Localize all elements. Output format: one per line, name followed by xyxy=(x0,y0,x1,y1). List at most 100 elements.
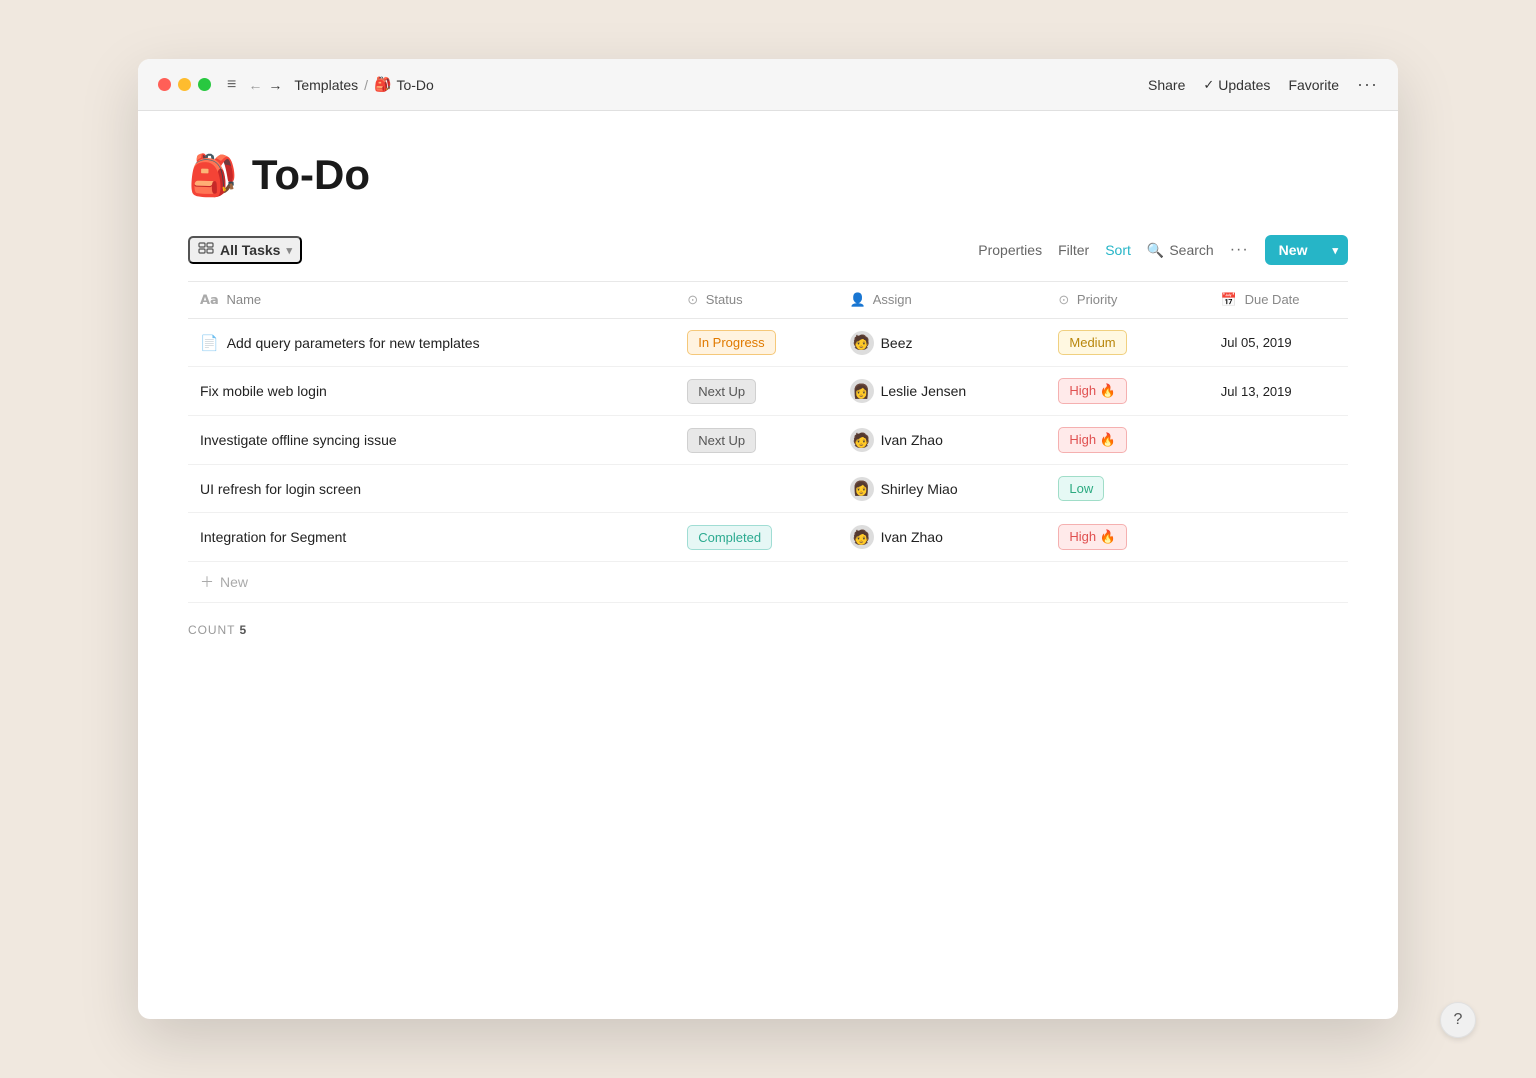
menu-icon[interactable]: ≡ xyxy=(227,76,236,94)
new-button-label: New xyxy=(1265,235,1322,265)
count-row: COUNT 5 xyxy=(188,623,1348,637)
search-icon: 🔍 xyxy=(1147,242,1164,259)
plus-icon: ＋ xyxy=(200,572,214,592)
breadcrumb-title: To-Do xyxy=(396,77,433,93)
new-button[interactable]: New ▾ xyxy=(1265,235,1348,265)
chevron-down-icon: ▾ xyxy=(286,244,292,257)
grid-icon xyxy=(198,242,214,258)
share-button[interactable]: Share xyxy=(1148,77,1185,93)
maximize-button[interactable] xyxy=(198,78,211,91)
task-status-cell[interactable]: In Progress xyxy=(675,319,837,367)
doc-icon: 📄 xyxy=(200,334,219,352)
name-icon: 𝗔𝗮 xyxy=(200,292,219,308)
assignee-name: Ivan Zhao xyxy=(881,529,943,545)
toolbar: All Tasks ▾ Properties Filter Sort 🔍 Sea… xyxy=(188,235,1348,265)
updates-button[interactable]: ✓ Updates xyxy=(1203,77,1270,93)
task-name-cell[interactable]: Fix mobile web login xyxy=(188,367,675,416)
col-header-status: ⊙ Status xyxy=(675,282,837,319)
task-priority-cell[interactable]: Low xyxy=(1046,465,1208,513)
task-assign-cell[interactable]: 👩Shirley Miao xyxy=(838,465,1047,513)
breadcrumb: Templates / 🎒 To-Do xyxy=(294,76,434,93)
table-row[interactable]: 📄 Add query parameters for new templates I… xyxy=(188,319,1348,367)
table-row[interactable]: Integration for SegmentCompleted🧑Ivan Zh… xyxy=(188,513,1348,562)
task-name-cell[interactable]: UI refresh for login screen xyxy=(188,465,675,513)
add-new-row[interactable]: ＋New xyxy=(188,562,1348,603)
minimize-button[interactable] xyxy=(178,78,191,91)
duedate-icon: 📅 xyxy=(1221,292,1237,308)
toolbar-left: All Tasks ▾ xyxy=(188,236,302,264)
all-tasks-button[interactable]: All Tasks ▾ xyxy=(188,236,302,264)
nav-arrows: ← → xyxy=(248,77,282,93)
breadcrumb-current: 🎒 To-Do xyxy=(374,76,434,93)
task-name: Fix mobile web login xyxy=(200,383,327,399)
assignee-name: Ivan Zhao xyxy=(881,432,943,448)
task-status-cell[interactable]: Next Up xyxy=(675,367,837,416)
main-content: 🎒 To-Do All Tasks ▾ Properties xyxy=(138,111,1398,1019)
breadcrumb-icon: 🎒 xyxy=(374,76,391,93)
task-status-cell[interactable] xyxy=(675,465,837,513)
task-name-cell[interactable]: Integration for Segment xyxy=(188,513,675,562)
breadcrumb-separator: / xyxy=(364,77,368,93)
status-badge: Next Up xyxy=(687,379,756,404)
assignee-name: Leslie Jensen xyxy=(881,383,967,399)
task-duedate-cell xyxy=(1209,465,1348,513)
tasks-table: 𝗔𝗮 Name ⊙ Status 👤 Assign ⊙ Priority xyxy=(188,281,1348,603)
table-row[interactable]: UI refresh for login screen 👩Shirley Miao… xyxy=(188,465,1348,513)
task-status-cell[interactable]: Next Up xyxy=(675,416,837,465)
titlebar-left: ≡ ← → Templates / 🎒 To-Do xyxy=(158,76,434,94)
avatar: 🧑 xyxy=(850,428,874,452)
add-new-button[interactable]: ＋New xyxy=(200,572,1336,592)
page-header: 🎒 To-Do xyxy=(188,151,1348,199)
back-arrow[interactable]: ← xyxy=(248,77,262,93)
status-badge: In Progress xyxy=(687,330,775,355)
all-tasks-label: All Tasks xyxy=(220,242,280,258)
task-priority-cell[interactable]: Medium xyxy=(1046,319,1208,367)
task-name: Investigate offline syncing issue xyxy=(200,432,397,448)
count-value: 5 xyxy=(240,623,248,637)
favorite-button[interactable]: Favorite xyxy=(1288,77,1339,93)
table-row[interactable]: Fix mobile web login Next Up 👩 Leslie Jense… xyxy=(188,367,1348,416)
task-name-cell[interactable]: Investigate offline syncing issue xyxy=(188,416,675,465)
status-badge: Next Up xyxy=(687,428,756,453)
forward-arrow[interactable]: → xyxy=(268,77,282,93)
priority-badge: Medium xyxy=(1058,330,1126,355)
status-icon: ⊙ xyxy=(687,292,698,308)
avatar: 🧑 xyxy=(850,331,874,355)
priority-badge: Low xyxy=(1058,476,1104,501)
priority-badge: High 🔥 xyxy=(1058,524,1127,550)
task-status-cell[interactable]: Completed xyxy=(675,513,837,562)
task-name: UI refresh for login screen xyxy=(200,481,361,497)
filter-button[interactable]: Filter xyxy=(1058,242,1089,258)
task-priority-cell[interactable]: High 🔥 xyxy=(1046,513,1208,562)
task-assign-cell[interactable]: 🧑Ivan Zhao xyxy=(838,513,1047,562)
traffic-lights xyxy=(158,78,211,91)
breadcrumb-templates[interactable]: Templates xyxy=(294,77,358,93)
page-icon: 🎒 xyxy=(188,152,238,199)
search-button[interactable]: 🔍 Search xyxy=(1147,242,1214,259)
task-assign-cell[interactable]: 🧑 Ivan Zhao xyxy=(838,416,1047,465)
table-row[interactable]: Investigate offline syncing issue Next Up… xyxy=(188,416,1348,465)
assignee-name: Beez xyxy=(881,335,913,351)
task-duedate-cell xyxy=(1209,416,1348,465)
more-options-button[interactable]: ··· xyxy=(1357,74,1378,95)
assign-icon: 👤 xyxy=(850,292,866,308)
col-header-priority: ⊙ Priority xyxy=(1046,282,1208,319)
task-name: Add query parameters for new templates xyxy=(227,335,480,351)
updates-label: Updates xyxy=(1218,77,1270,93)
avatar: 👩 xyxy=(850,477,874,501)
task-priority-cell[interactable]: High 🔥 xyxy=(1046,367,1208,416)
add-new-cell[interactable]: ＋New xyxy=(188,562,1348,603)
priority-icon: ⊙ xyxy=(1058,292,1069,308)
new-btn-chevron-icon[interactable]: ▾ xyxy=(1322,237,1348,264)
close-button[interactable] xyxy=(158,78,171,91)
sort-button[interactable]: Sort xyxy=(1105,242,1131,258)
avatar: 👩 xyxy=(850,379,874,403)
count-label: COUNT xyxy=(188,623,235,637)
task-assign-cell[interactable]: 👩 Leslie Jensen xyxy=(838,367,1047,416)
page-title: To-Do xyxy=(252,151,370,199)
task-priority-cell[interactable]: High 🔥 xyxy=(1046,416,1208,465)
toolbar-more-button[interactable]: ··· xyxy=(1230,241,1249,259)
task-assign-cell[interactable]: 🧑 Beez xyxy=(838,319,1047,367)
properties-button[interactable]: Properties xyxy=(978,242,1042,258)
task-name-cell[interactable]: 📄 Add query parameters for new templates xyxy=(188,319,675,367)
